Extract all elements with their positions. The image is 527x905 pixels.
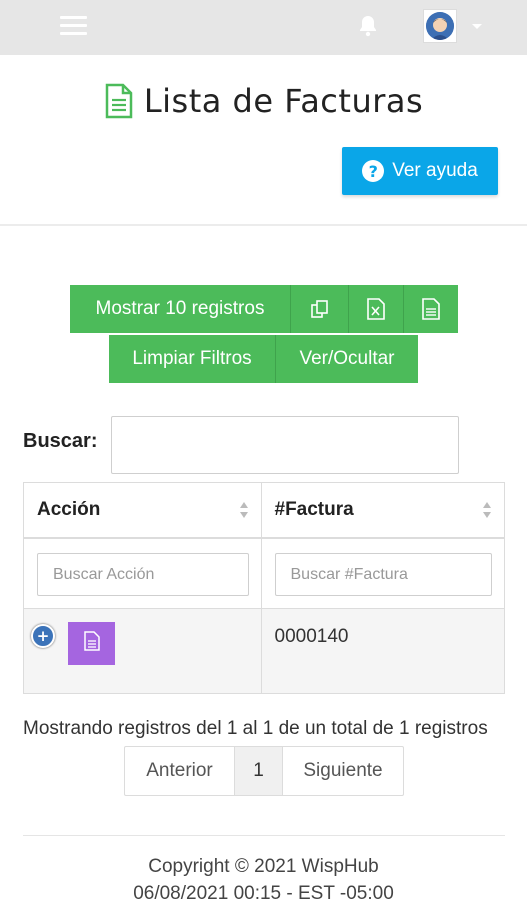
table-info: Mostrando registros del 1 al 1 de un tot…	[23, 718, 488, 739]
table-header-row: Acción #Factura	[24, 483, 504, 539]
toggle-columns-label: Ver/Ocultar	[299, 348, 395, 369]
clear-filters-button[interactable]: Limpiar Filtros	[109, 335, 276, 383]
show-records-label: Mostrar 10 registros	[95, 298, 265, 319]
footer-datetime: 06/08/2021 00:15 - EST -05:00	[133, 883, 394, 904]
pagination-next[interactable]: Siguiente	[283, 747, 403, 795]
user-avatar[interactable]	[423, 9, 457, 43]
file-icon	[422, 298, 440, 320]
copy-icon	[310, 299, 330, 319]
pdf-export-button[interactable]	[404, 285, 458, 333]
question-circle-icon: ?	[362, 160, 385, 182]
view-invoice-button[interactable]	[68, 622, 115, 665]
expand-row-icon[interactable]: +	[31, 624, 55, 648]
column-header-factura[interactable]: #Factura	[262, 483, 505, 537]
chevron-down-icon[interactable]	[472, 24, 482, 29]
help-button[interactable]: ? Ver ayuda	[342, 147, 498, 195]
column-header-label: #Factura	[274, 499, 354, 520]
divider	[23, 835, 505, 836]
sort-icon	[482, 501, 492, 519]
column-header-accion[interactable]: Acción	[24, 483, 262, 537]
excel-export-button[interactable]	[349, 285, 404, 333]
divider	[0, 224, 527, 226]
show-records-button[interactable]: Mostrar 10 registros	[70, 285, 291, 333]
document-icon	[104, 83, 134, 119]
action-cell: +	[24, 609, 262, 693]
footer-copyright: Copyright © 2021 WispHub	[148, 856, 379, 877]
help-button-label: Ver ayuda	[392, 160, 478, 181]
sort-icon	[239, 501, 249, 519]
page-title: Lista de Facturas	[143, 82, 424, 120]
clear-filters-label: Limpiar Filtros	[132, 348, 252, 369]
search-label: Buscar:	[23, 430, 98, 452]
top-navbar	[0, 0, 527, 55]
table-filter-row: Buscar Acción Buscar #Factura	[24, 539, 504, 609]
column-header-label: Acción	[37, 499, 101, 520]
pagination: Anterior 1 Siguiente	[124, 746, 404, 796]
invoice-number: 0000140	[274, 626, 349, 647]
invoices-table: Acción #Factura Buscar Acción Buscar #Fa…	[23, 482, 505, 694]
copy-button[interactable]	[291, 285, 349, 333]
invoice-number-cell: 0000140	[262, 609, 505, 693]
filter-cell: Buscar Acción	[24, 539, 262, 608]
filter-cell: Buscar #Factura	[262, 539, 505, 608]
pagination-previous[interactable]: Anterior	[125, 747, 235, 795]
avatar-icon	[426, 12, 454, 40]
hamburger-icon[interactable]	[60, 16, 87, 36]
search-input[interactable]	[111, 416, 459, 474]
file-icon	[83, 631, 100, 656]
page-header: Lista de Facturas	[0, 82, 527, 128]
table-row: + 0000140	[24, 609, 504, 693]
filter-factura-input[interactable]: Buscar #Factura	[274, 553, 492, 596]
toggle-columns-button[interactable]: Ver/Ocultar	[276, 335, 418, 383]
excel-icon	[367, 298, 385, 320]
pagination-page[interactable]: 1	[235, 747, 283, 795]
filter-accion-input[interactable]: Buscar Acción	[37, 553, 249, 596]
bell-icon[interactable]	[356, 14, 380, 38]
